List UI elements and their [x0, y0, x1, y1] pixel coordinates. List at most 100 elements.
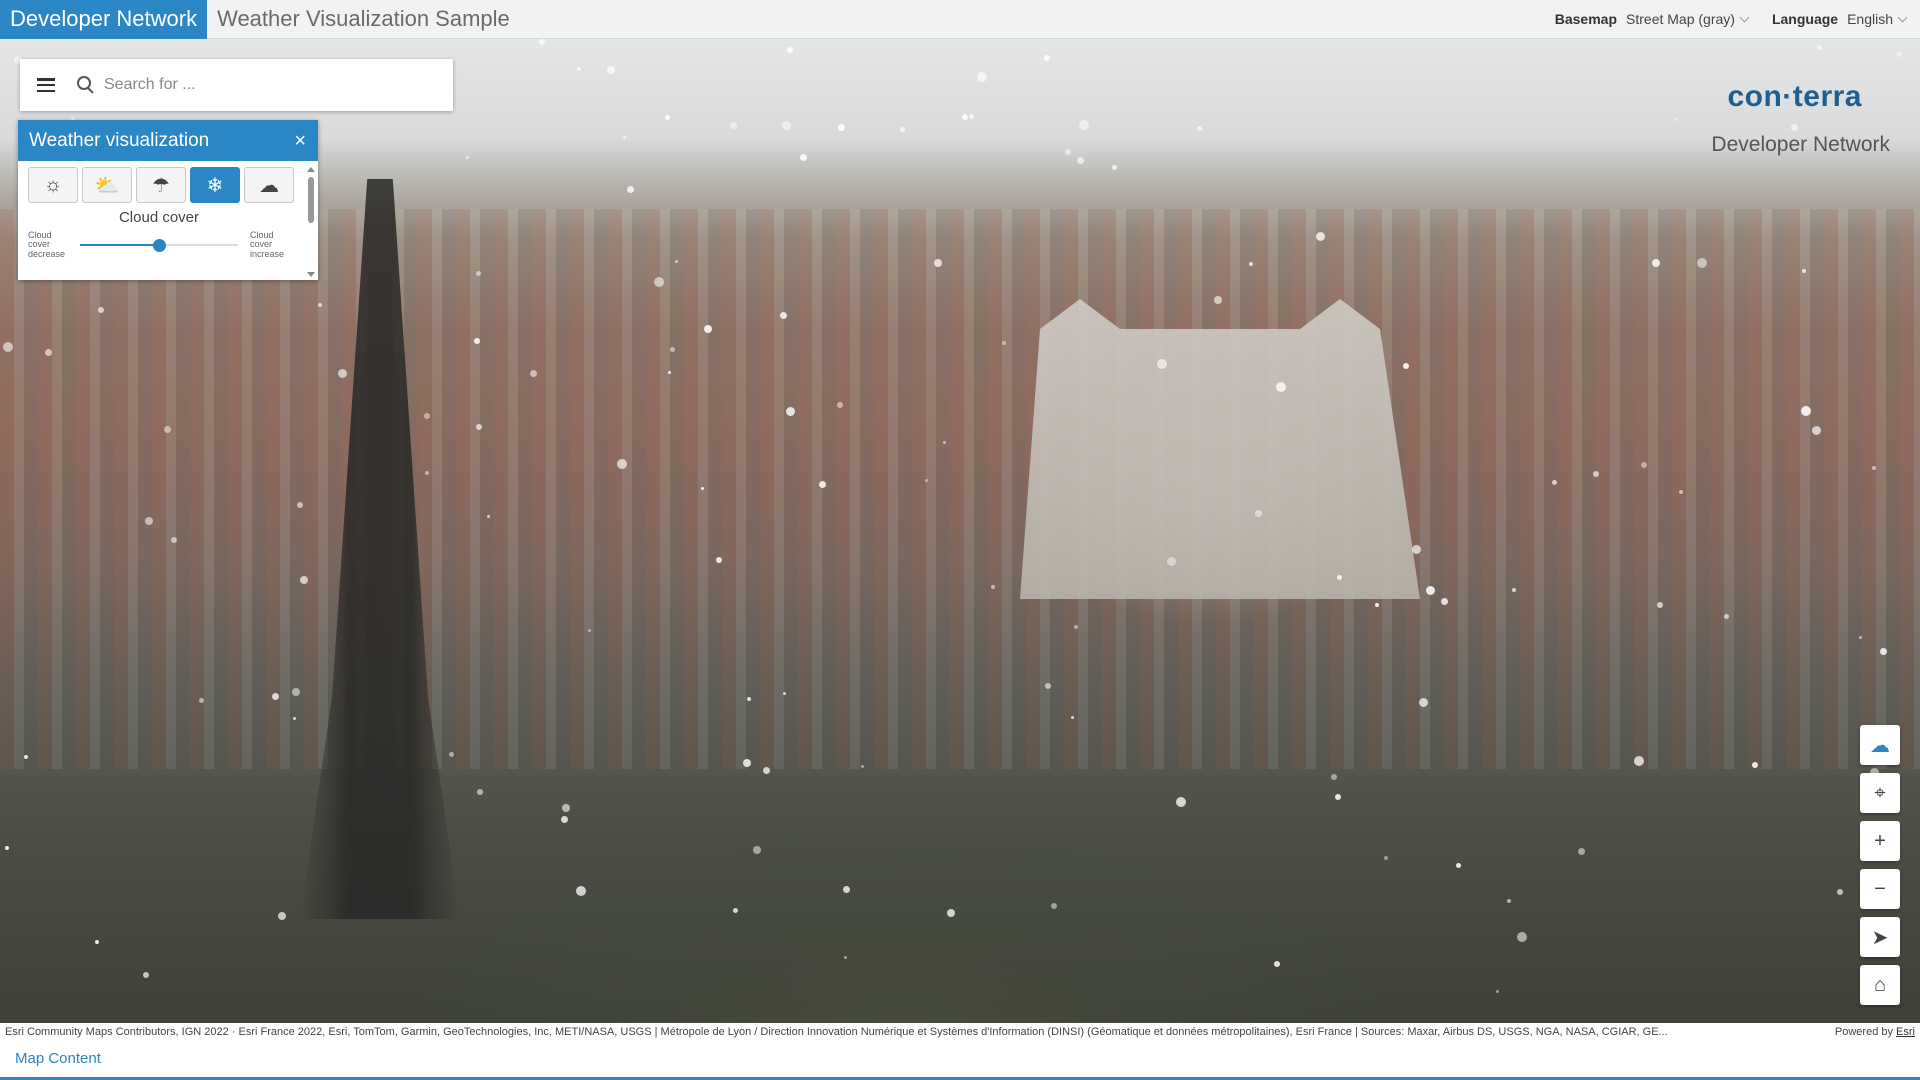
snowflake — [977, 72, 987, 82]
snowflake — [780, 312, 787, 319]
snowflake — [561, 816, 568, 823]
map-controls: ☁ ⌖ + − ➤ ⌂ — [1860, 725, 1900, 1005]
locate-button[interactable]: ⌖ — [1860, 773, 1900, 813]
snowflake — [297, 502, 303, 508]
snowflake — [704, 325, 712, 333]
snowflake — [1657, 602, 1663, 608]
snowflake — [1507, 899, 1511, 903]
scroll-thumb[interactable] — [308, 177, 314, 223]
home-button[interactable]: ⌂ — [1860, 965, 1900, 1005]
snowflake — [844, 956, 847, 959]
snowflake — [1880, 648, 1887, 655]
snowflake — [171, 537, 177, 543]
conterra-logo: con·terra — [1727, 80, 1862, 114]
sunny-button[interactable]: ☼ — [28, 167, 78, 203]
language-dropdown[interactable]: English — [1847, 11, 1908, 27]
snowflake — [1249, 262, 1253, 266]
snowflake — [1375, 603, 1379, 607]
snowflake — [838, 124, 845, 131]
snowy-button[interactable]: ❄ — [190, 167, 240, 203]
snowflake — [1801, 406, 1811, 416]
snowflake — [300, 576, 308, 584]
snowflake — [1641, 462, 1647, 468]
snowflake — [943, 441, 946, 444]
snowflake — [701, 487, 704, 490]
snowflake — [607, 66, 615, 74]
crosshair-icon: ⌖ — [1874, 781, 1886, 804]
close-icon[interactable]: × — [294, 131, 306, 151]
snowflake — [476, 424, 482, 430]
menu-button[interactable] — [20, 59, 72, 111]
cloud-cover-decrease-label: Cloud cover decrease — [28, 230, 66, 259]
language-selector: Language English — [1772, 11, 1908, 27]
snowflake — [5, 846, 9, 850]
slider-thumb[interactable] — [153, 239, 166, 253]
snowflake — [1697, 258, 1707, 268]
snowflake — [743, 759, 751, 767]
snowflake — [1752, 762, 1758, 768]
cloudy-button[interactable]: ⛅ — [82, 167, 132, 203]
snowflake — [1045, 683, 1051, 689]
city-scene — [0, 209, 1920, 769]
plus-icon: + — [1874, 829, 1886, 852]
snowflake — [763, 767, 770, 774]
snowflake — [1872, 466, 1876, 470]
scroll-up-icon[interactable] — [307, 167, 315, 172]
snowflake — [466, 156, 469, 159]
snowflake — [1276, 382, 1286, 392]
snowflake — [45, 349, 52, 356]
snowflake — [424, 413, 430, 419]
header-settings: Basemap Street Map (gray) Language Engli… — [1555, 11, 1920, 27]
map-content-link[interactable]: Map Content — [15, 1050, 101, 1067]
weather-toggle-button[interactable]: ☁ — [1860, 725, 1900, 765]
snowflake — [1512, 588, 1516, 592]
snowflake — [1817, 45, 1822, 50]
hamburger-icon — [37, 78, 55, 92]
basemap-label: Basemap — [1554, 11, 1618, 27]
basemap-dropdown[interactable]: Street Map (gray) — [1626, 11, 1750, 27]
snowflake — [1044, 55, 1050, 61]
cloud-sun-icon: ⛅ — [94, 174, 120, 197]
cloud-cover-slider[interactable] — [80, 235, 238, 255]
esri-link[interactable]: Esri — [1896, 1026, 1915, 1038]
compass-button[interactable]: ➤ — [1860, 917, 1900, 957]
snowflake — [1255, 510, 1262, 517]
snowflake — [425, 471, 429, 475]
snowflake — [747, 697, 751, 701]
zoom-in-button[interactable]: + — [1860, 821, 1900, 861]
snowflake — [1791, 124, 1798, 131]
snowflake — [145, 517, 153, 525]
snowflake — [1441, 598, 1448, 605]
snowflake — [292, 688, 300, 696]
search-input[interactable] — [104, 76, 434, 94]
panel-scrollbar[interactable] — [306, 167, 316, 277]
top-header: Developer Network Weather Visualization … — [0, 0, 1920, 39]
chevron-down-icon — [1739, 12, 1750, 22]
snowflake — [98, 307, 104, 313]
scroll-down-icon[interactable] — [307, 272, 315, 277]
snowflake — [800, 154, 807, 161]
fog-icon: ☁ — [259, 174, 279, 197]
snowflake — [278, 912, 286, 920]
snowflake — [1079, 120, 1089, 130]
snowflake — [1337, 575, 1342, 580]
foggy-button[interactable]: ☁ — [244, 167, 294, 203]
snowflake — [1724, 614, 1729, 619]
snowflake — [199, 698, 204, 703]
snowflake — [1384, 856, 1388, 860]
snowflake — [716, 557, 722, 563]
sun-icon: ☼ — [43, 173, 63, 196]
snowflake — [1274, 961, 1280, 967]
snowflake — [1157, 359, 1167, 369]
snowflake — [1674, 118, 1677, 121]
snowflake — [562, 804, 570, 812]
snowflake — [843, 886, 850, 893]
snowflake — [1412, 545, 1421, 554]
snowflake — [1214, 296, 1222, 304]
brand-label[interactable]: Developer Network — [0, 0, 208, 39]
zoom-out-button[interactable]: − — [1860, 869, 1900, 909]
basemap-selector: Basemap Street Map (gray) — [1554, 11, 1750, 27]
snowflake — [1002, 341, 1006, 345]
search-bar — [20, 59, 453, 111]
rainy-button[interactable]: ☂ — [136, 167, 186, 203]
